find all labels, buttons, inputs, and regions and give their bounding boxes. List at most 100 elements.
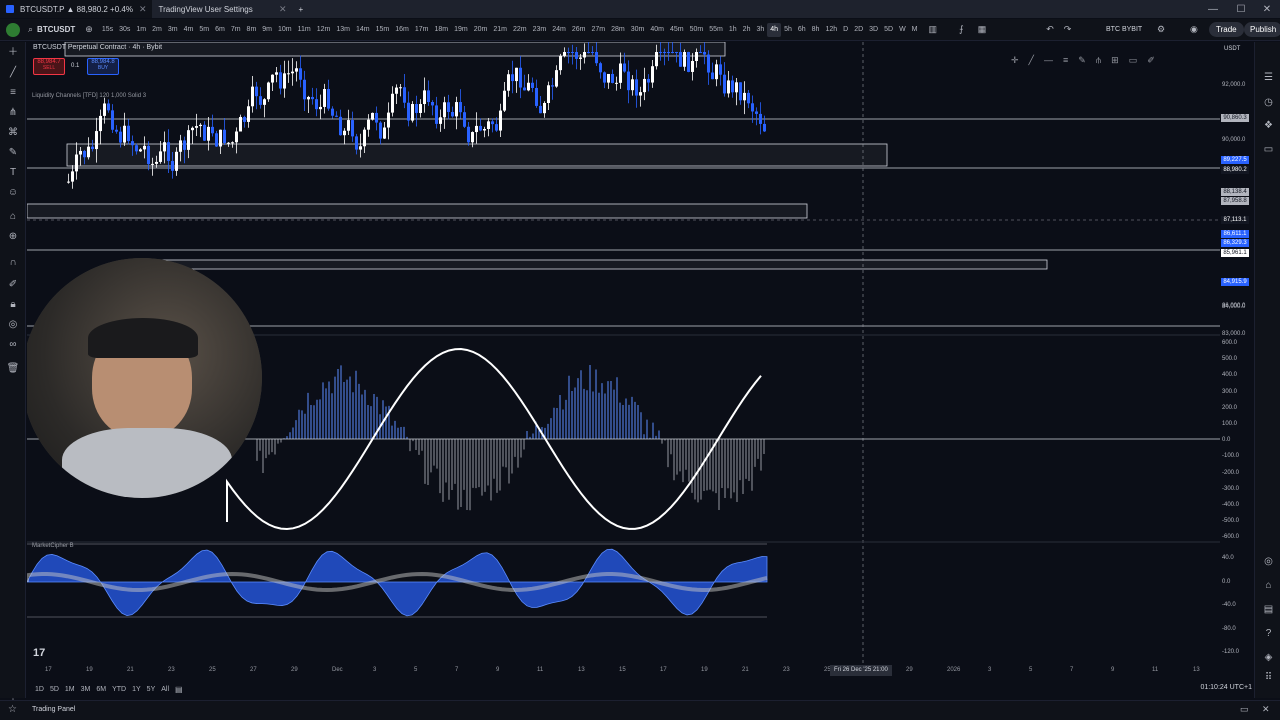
help-icon[interactable]: ? [1262, 628, 1275, 641]
calendar-icon[interactable]: ▤ [1262, 604, 1275, 617]
close-icon[interactable]: ✕ [1262, 704, 1270, 715]
symbol-search-button[interactable]: BTCUSDT [37, 25, 75, 34]
range-all[interactable]: All [161, 686, 169, 693]
timeframe-27m[interactable]: 27m [589, 23, 609, 37]
timeframe-13m[interactable]: 13m [333, 23, 353, 37]
timeframe-24m[interactable]: 24m [549, 23, 569, 37]
new-tab-button[interactable]: + [292, 0, 309, 18]
brush-icon[interactable]: ✎ [1078, 55, 1086, 69]
timeframe-40m[interactable]: 40m [647, 23, 667, 37]
emoji-icon[interactable]: ☺ [6, 186, 20, 200]
timeframe-16m[interactable]: 16m [392, 23, 412, 37]
fib-icon[interactable]: ⊞ [1111, 55, 1119, 69]
range-1m[interactable]: 1M [65, 686, 75, 693]
timeframe-2m[interactable]: 2m [149, 23, 165, 37]
timeframe-55m[interactable]: 55m [706, 23, 726, 37]
collapse-icon[interactable]: ▭ [1240, 704, 1249, 715]
compare-plus-icon[interactable]: ⊕ [85, 24, 93, 35]
range-1d[interactable]: 1D [35, 686, 44, 693]
camera-icon[interactable]: ◉ [1190, 24, 1198, 35]
timeframe-30m[interactable]: 30m [628, 23, 648, 37]
timeframe-19m[interactable]: 19m [451, 23, 471, 37]
range-1y[interactable]: 1Y [132, 686, 141, 693]
timeframe-4m[interactable]: 4m [181, 23, 197, 37]
tree-icon[interactable]: ⌂ [1262, 580, 1275, 593]
window-close-button[interactable]: ✕ [1254, 0, 1280, 18]
timeframe-6h[interactable]: 6h [795, 23, 809, 37]
browser-tab-settings[interactable]: TradingView User Settings ✕ [152, 0, 292, 18]
timeframe-3D[interactable]: 3D [866, 23, 881, 37]
layout-icon[interactable]: ▦ [978, 24, 987, 35]
settings-icon[interactable]: ⚙ [1157, 24, 1165, 35]
timeframe-15s[interactable]: 15s [99, 23, 116, 37]
timeframe-1h[interactable]: 1h [726, 23, 740, 37]
timeframe-50m[interactable]: 50m [687, 23, 707, 37]
publish-button[interactable]: Publish [1244, 22, 1280, 37]
favorites-icon[interactable]: ☆ [8, 704, 17, 715]
timeframe-10m[interactable]: 10m [275, 23, 295, 37]
timeframe-30s[interactable]: 30s [116, 23, 133, 37]
timeframe-12h[interactable]: 12h [822, 23, 840, 37]
timeframe-8h[interactable]: 8h [809, 23, 823, 37]
timeframe-6m[interactable]: 6m [212, 23, 228, 37]
calendar-goto-icon[interactable]: ▤ [175, 685, 183, 694]
indicators-icon[interactable]: ⨍ [959, 24, 964, 35]
rect-icon[interactable]: ▭ [1129, 55, 1138, 69]
range-5y[interactable]: 5Y [147, 686, 156, 693]
currency-label[interactable]: USDT [1224, 46, 1240, 52]
maximize-button[interactable]: ☐ [1228, 0, 1254, 18]
magnet-icon[interactable]: ∩ [6, 256, 20, 270]
timeframe-5D[interactable]: 5D [881, 23, 896, 37]
timeframe-W[interactable]: W [896, 23, 909, 37]
trading-panel-button[interactable]: Trading Panel [32, 706, 75, 713]
timeframe-2h[interactable]: 2h [740, 23, 754, 37]
sell-box[interactable]: 88,984.7 SELL [33, 58, 65, 75]
text-icon[interactable]: T [6, 166, 20, 180]
fork-icon[interactable]: ⫛ [1096, 55, 1101, 69]
trendline-icon[interactable]: ╱ [6, 66, 20, 80]
layers-icon[interactable]: ❖ [1262, 120, 1275, 133]
timeframe-26m[interactable]: 26m [569, 23, 589, 37]
timeframe-5h[interactable]: 5h [781, 23, 795, 37]
timeframe-9m[interactable]: 9m [259, 23, 275, 37]
timeframe-18m[interactable]: 18m [432, 23, 452, 37]
timeframe-20m[interactable]: 20m [471, 23, 491, 37]
minimize-button[interactable]: — [1200, 0, 1226, 18]
ruler-icon[interactable]: ⌂ [6, 210, 20, 224]
channel-icon[interactable]: ≡ [1063, 55, 1068, 69]
timeframe-3m[interactable]: 3m [165, 23, 181, 37]
pen-icon[interactable]: ✐ [1147, 55, 1155, 69]
range-3m[interactable]: 3M [81, 686, 91, 693]
timeframe-8m[interactable]: 8m [244, 23, 260, 37]
cross-icon[interactable]: ✛ [1011, 55, 1019, 69]
timeframe-21m[interactable]: 21m [490, 23, 510, 37]
line-icon[interactable]: ╱ [1029, 55, 1034, 69]
fib-icon[interactable]: ⋔ [6, 106, 20, 120]
utc-clock[interactable]: 01:10:24 UTC+1 [1200, 684, 1252, 691]
timeframe-2D[interactable]: 2D [851, 23, 866, 37]
pattern-icon[interactable]: ⌘ [6, 126, 20, 140]
close-icon[interactable]: ✕ [279, 4, 287, 15]
timeframe-23m[interactable]: 23m [530, 23, 550, 37]
chart-pane[interactable]: BTCUSDT Perpetual Contract · 4h · Bybit … [27, 42, 1220, 664]
timeframe-11m[interactable]: 11m [295, 23, 314, 37]
link-icon[interactable]: ∞ [6, 338, 20, 352]
timeframe-28m[interactable]: 28m [608, 23, 628, 37]
timeframe-7m[interactable]: 7m [228, 23, 244, 37]
timeframe-5m[interactable]: 5m [196, 23, 212, 37]
timeframe-15m[interactable]: 15m [373, 23, 393, 37]
drawing-tools-floating[interactable]: ✛ ╱ — ≡ ✎ ⫛ ⊞ ▭ ✐ [1011, 55, 1206, 69]
redo-icon[interactable]: ↷ [1064, 24, 1072, 35]
target-icon[interactable]: ◎ [1262, 556, 1275, 569]
timeframe-45m[interactable]: 45m [667, 23, 687, 37]
eye-icon[interactable]: ◎ [6, 318, 20, 332]
alerts-icon[interactable]: ◷ [1262, 97, 1275, 110]
undo-icon[interactable]: ↶ [1046, 24, 1054, 35]
watchlist-icon[interactable]: ☰ [1262, 72, 1275, 85]
timeframe-17m[interactable]: 17m [412, 23, 432, 37]
timeframe-14m[interactable]: 14m [353, 23, 373, 37]
range-5d[interactable]: 5D [50, 686, 59, 693]
pencil-lock-icon[interactable]: ✐ [6, 278, 20, 292]
notification-icon[interactable]: ◈ [1262, 652, 1275, 665]
zoom-icon[interactable]: ⊕ [6, 230, 20, 244]
